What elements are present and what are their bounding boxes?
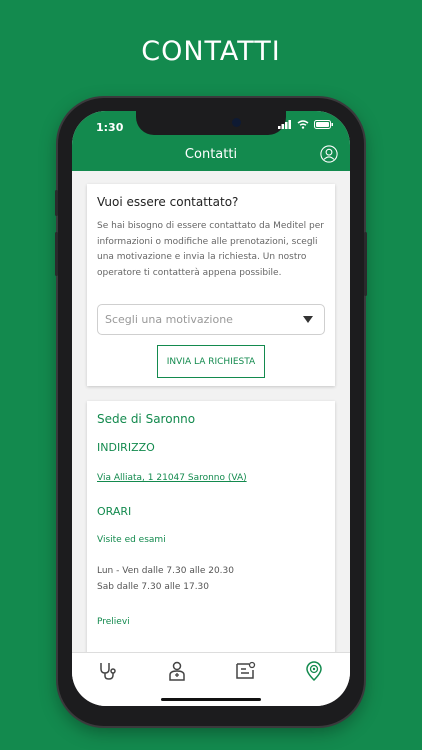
address-link[interactable]: Via Alliata, 1 21047 Saronno (VA) — [97, 473, 325, 483]
notch — [136, 111, 286, 135]
header-title: Contatti — [184, 147, 238, 162]
reason-select-placeholder: Scegli una motivazione — [105, 313, 233, 326]
hours-list: Lun - Ven dalle 7.30 alle 20.30 Sab dall… — [97, 563, 325, 595]
hours-saturday: Sab dalle 7.30 alle 17.30 — [97, 582, 210, 592]
contact-request-card: Vuoi essere contattato? Se hai bisogno d… — [87, 184, 335, 386]
user-circle-icon[interactable] — [320, 145, 338, 163]
app-header: 1:30 Contatti — [72, 111, 350, 171]
hours-heading: ORARI — [97, 505, 132, 518]
camera — [232, 118, 241, 127]
location-pin-icon[interactable] — [303, 660, 325, 682]
location-title: Sede di Saronno — [97, 412, 196, 426]
content-scroll[interactable]: Vuoi essere contattato? Se hai bisogno d… — [72, 171, 350, 652]
visits-heading: Visite ed esami — [97, 535, 166, 545]
app-screen: 1:30 Contatti Vuoi essere contattato? Se… — [72, 111, 350, 706]
location-card: Sede di Saronno INDIRIZZO Via Alliata, 1… — [87, 401, 335, 652]
phone-side-button — [55, 232, 58, 276]
battery-icon — [314, 120, 333, 129]
signal-icon — [278, 120, 291, 129]
wifi-icon — [297, 120, 309, 129]
prelievi-heading: Prelievi — [97, 617, 130, 627]
hours-weekdays: Lun - Ven dalle 7.30 alle 20.30 — [97, 566, 234, 576]
promo-title: CONTATTI — [141, 36, 281, 67]
home-indicator — [161, 698, 261, 701]
doctor-icon[interactable] — [166, 660, 188, 682]
caret-down-icon — [303, 316, 313, 323]
status-time: 1:30 — [96, 121, 124, 134]
status-icons — [278, 120, 334, 129]
tab-bar — [72, 652, 350, 706]
contact-card-description: Se hai bisogno di essere contattato da M… — [97, 221, 324, 278]
stethoscope-icon[interactable] — [97, 660, 119, 682]
phone-side-button — [364, 232, 367, 296]
address-heading: INDIRIZZO — [97, 441, 155, 454]
chat-icon[interactable] — [234, 660, 256, 682]
send-request-button[interactable]: INVIA LA RICHIESTA — [157, 345, 265, 378]
reason-select[interactable]: Scegli una motivazione — [97, 304, 325, 335]
phone-side-button — [55, 190, 58, 216]
contact-card-title: Vuoi essere contattato? — [97, 195, 239, 209]
